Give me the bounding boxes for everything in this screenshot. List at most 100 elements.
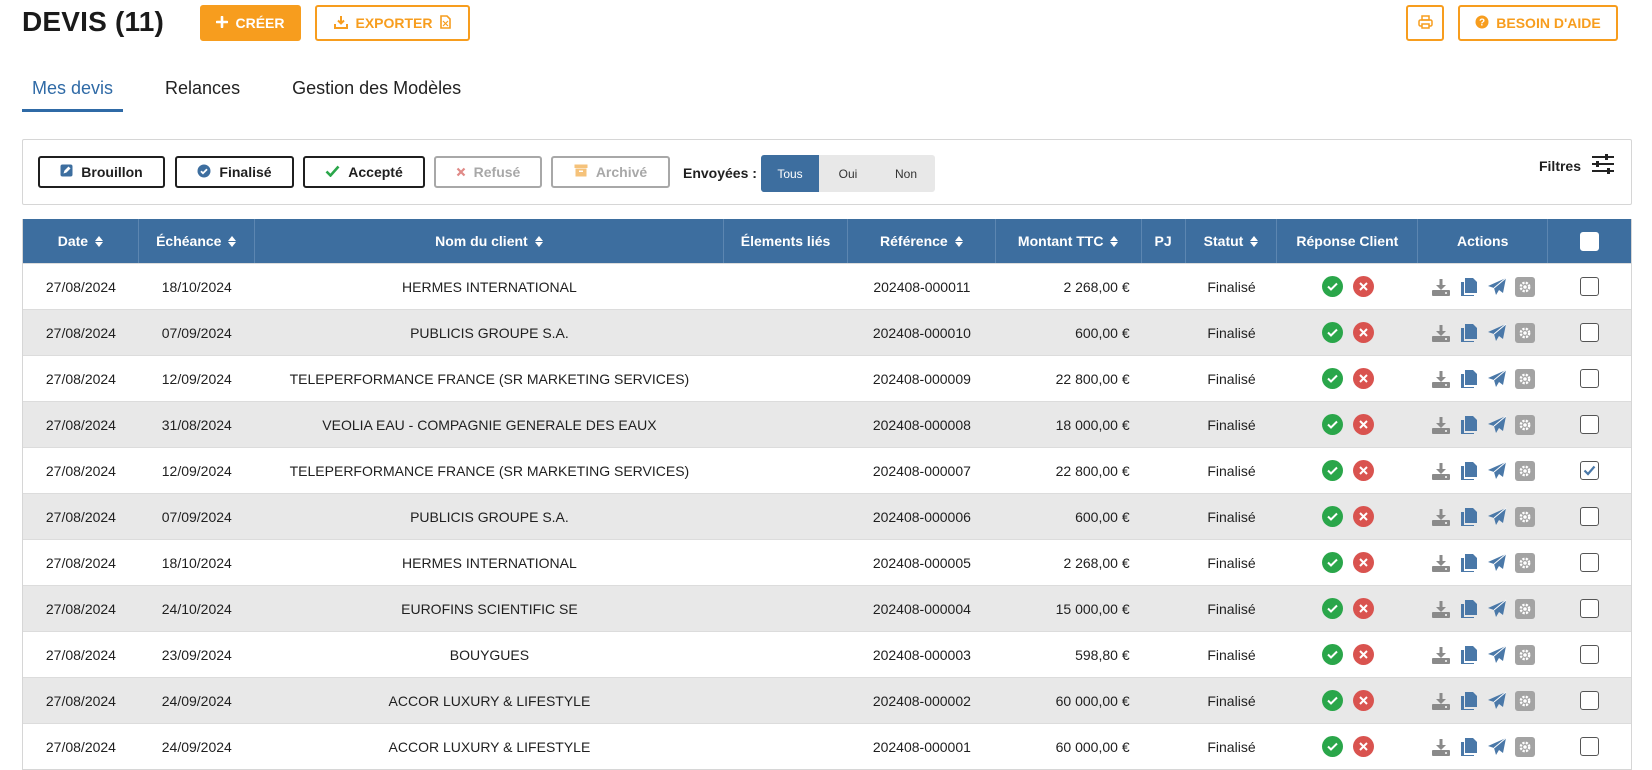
download-icon[interactable]	[1430, 598, 1452, 620]
column-header-statut[interactable]: Statut	[1186, 219, 1278, 263]
send-icon[interactable]	[1486, 644, 1508, 666]
column-header-reference[interactable]: Référence	[848, 219, 996, 263]
table-row[interactable]: 27/08/2024 24/09/2024 ACCOR LUXURY & LIFES…	[23, 723, 1631, 769]
column-header-montant[interactable]: Montant TTC	[996, 219, 1142, 263]
refuse-x-icon[interactable]	[1352, 690, 1374, 711]
accept-check-icon[interactable]	[1321, 276, 1343, 297]
send-icon[interactable]	[1486, 690, 1508, 712]
settings-icon[interactable]	[1514, 598, 1536, 620]
send-icon[interactable]	[1486, 460, 1508, 482]
filter-accepte-button[interactable]: Accepté	[303, 156, 425, 188]
cell-client[interactable]: ACCOR LUXURY & LIFESTYLE	[255, 678, 724, 723]
row-checkbox[interactable]	[1580, 599, 1600, 618]
tab-gestion-modeles[interactable]: Gestion des Modèles	[282, 74, 471, 112]
send-icon[interactable]	[1486, 368, 1508, 390]
settings-icon[interactable]	[1514, 414, 1536, 436]
download-icon[interactable]	[1430, 460, 1452, 482]
create-button[interactable]: CRÉER	[200, 5, 301, 41]
row-checkbox[interactable]	[1580, 415, 1600, 434]
row-checkbox[interactable]	[1580, 323, 1600, 342]
download-icon[interactable]	[1430, 322, 1452, 344]
accept-check-icon[interactable]	[1321, 736, 1343, 757]
copy-icon[interactable]	[1458, 552, 1480, 574]
row-checkbox[interactable]	[1580, 277, 1600, 296]
accept-check-icon[interactable]	[1321, 414, 1343, 435]
copy-icon[interactable]	[1458, 644, 1480, 666]
tab-mes-devis[interactable]: Mes devis	[22, 74, 124, 112]
send-icon[interactable]	[1486, 598, 1508, 620]
accept-check-icon[interactable]	[1321, 368, 1343, 389]
cell-client[interactable]: HERMES INTERNATIONAL	[255, 264, 724, 309]
copy-icon[interactable]	[1458, 690, 1480, 712]
refuse-x-icon[interactable]	[1352, 506, 1374, 527]
row-checkbox[interactable]	[1580, 369, 1600, 388]
accept-check-icon[interactable]	[1321, 552, 1343, 573]
copy-icon[interactable]	[1458, 598, 1480, 620]
table-row[interactable]: 27/08/2024 07/09/2024 PUBLICIS GROUPE S.A.…	[23, 309, 1631, 355]
export-button[interactable]: EXPORTER	[315, 5, 470, 41]
refuse-x-icon[interactable]	[1352, 276, 1374, 297]
refuse-x-icon[interactable]	[1352, 598, 1374, 619]
column-header-client[interactable]: Nom du client	[255, 219, 725, 263]
accept-check-icon[interactable]	[1321, 644, 1343, 665]
cell-client[interactable]: TELEPERFORMANCE FRANCE (SR MARKETING SER…	[255, 448, 724, 493]
settings-icon[interactable]	[1514, 552, 1536, 574]
download-icon[interactable]	[1430, 644, 1452, 666]
refuse-x-icon[interactable]	[1352, 552, 1374, 573]
settings-icon[interactable]	[1514, 322, 1536, 344]
refuse-x-icon[interactable]	[1352, 414, 1374, 435]
copy-icon[interactable]	[1458, 460, 1480, 482]
settings-icon[interactable]	[1514, 276, 1536, 298]
cell-client[interactable]: ACCOR LUXURY & LIFESTYLE	[255, 724, 724, 769]
accept-check-icon[interactable]	[1321, 460, 1343, 481]
table-row[interactable]: 27/08/2024 24/09/2024 ACCOR LUXURY & LIFES…	[23, 677, 1631, 723]
row-checkbox[interactable]	[1580, 691, 1600, 710]
send-icon[interactable]	[1486, 414, 1508, 436]
print-button[interactable]	[1406, 5, 1444, 41]
row-checkbox[interactable]	[1580, 507, 1600, 526]
cell-client[interactable]: PUBLICIS GROUPE S.A.	[255, 310, 724, 355]
settings-icon[interactable]	[1514, 644, 1536, 666]
row-checkbox[interactable]	[1580, 461, 1600, 480]
row-checkbox[interactable]	[1580, 737, 1600, 756]
copy-icon[interactable]	[1458, 506, 1480, 528]
settings-icon[interactable]	[1514, 368, 1536, 390]
download-icon[interactable]	[1430, 552, 1452, 574]
download-icon[interactable]	[1430, 736, 1452, 758]
table-row[interactable]: 27/08/2024 07/09/2024 PUBLICIS GROUPE S.A.…	[23, 493, 1631, 539]
filter-brouillon-button[interactable]: Brouillon	[38, 156, 165, 188]
send-icon[interactable]	[1486, 736, 1508, 758]
copy-icon[interactable]	[1458, 414, 1480, 436]
accept-check-icon[interactable]	[1321, 690, 1343, 711]
table-row[interactable]: 27/08/2024 18/10/2024 HERMES INTERNATIONAL…	[23, 263, 1631, 309]
filters-toggle[interactable]: Filtres	[1539, 154, 1615, 177]
help-button[interactable]: ? BESOIN D'AIDE	[1458, 5, 1618, 41]
accept-check-icon[interactable]	[1321, 322, 1343, 343]
cell-client[interactable]: VEOLIA EAU - COMPAGNIE GENERALE DES EAUX	[255, 402, 724, 447]
settings-icon[interactable]	[1514, 506, 1536, 528]
download-icon[interactable]	[1430, 690, 1452, 712]
download-icon[interactable]	[1430, 414, 1452, 436]
download-icon[interactable]	[1430, 506, 1452, 528]
refuse-x-icon[interactable]	[1352, 460, 1374, 481]
filter-finalise-button[interactable]: Finalisé	[175, 156, 294, 188]
cell-client[interactable]: BOUYGUES	[255, 632, 724, 677]
table-row[interactable]: 27/08/2024 12/09/2024 TELEPERFORMANCE FRAN…	[23, 355, 1631, 401]
accept-check-icon[interactable]	[1321, 506, 1343, 527]
column-header-echeance[interactable]: Échéance	[139, 219, 255, 263]
column-header-date[interactable]: Date	[23, 219, 139, 263]
refuse-x-icon[interactable]	[1352, 644, 1374, 665]
send-icon[interactable]	[1486, 506, 1508, 528]
download-icon[interactable]	[1430, 276, 1452, 298]
copy-icon[interactable]	[1458, 368, 1480, 390]
table-row[interactable]: 27/08/2024 31/08/2024 VEOLIA EAU - COMPAGN…	[23, 401, 1631, 447]
send-icon[interactable]	[1486, 552, 1508, 574]
copy-icon[interactable]	[1458, 736, 1480, 758]
settings-icon[interactable]	[1514, 690, 1536, 712]
cell-client[interactable]: HERMES INTERNATIONAL	[255, 540, 724, 585]
send-icon[interactable]	[1486, 322, 1508, 344]
settings-icon[interactable]	[1514, 460, 1536, 482]
send-icon[interactable]	[1486, 276, 1508, 298]
accept-check-icon[interactable]	[1321, 598, 1343, 619]
cell-client[interactable]: TELEPERFORMANCE FRANCE (SR MARKETING SER…	[255, 356, 724, 401]
